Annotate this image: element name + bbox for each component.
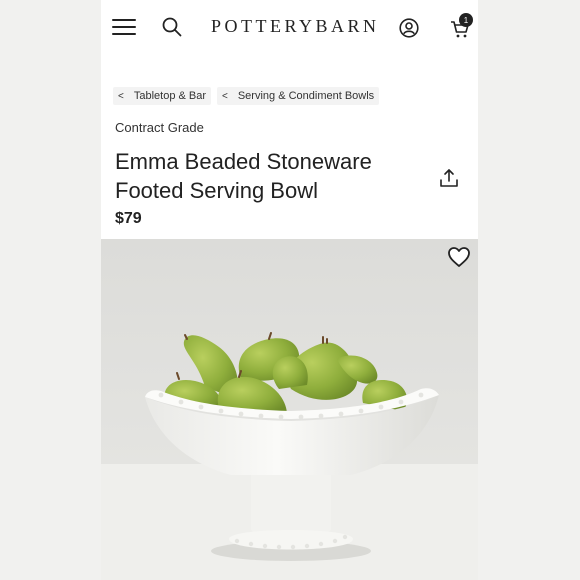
product-grade: Contract Grade [115,120,204,135]
product-title-line-2: Footed Serving Bowl [115,178,318,203]
share-icon[interactable] [437,166,461,190]
product-image[interactable] [101,239,478,580]
product-title: Emma Beaded Stoneware Footed Serving Bow… [115,147,415,205]
breadcrumb-label: Tabletop & Bar [133,90,206,102]
hamburger-menu-icon[interactable] [111,14,137,40]
brand-logo[interactable]: POTTERYBARN [211,16,380,37]
site-header: POTTERYBARN 1 [101,0,478,58]
account-icon[interactable] [397,16,421,40]
product-title-line-1: Emma Beaded Stoneware [115,149,372,174]
chevron-left-icon: < [222,90,228,102]
product-price: $79 [115,210,142,227]
breadcrumb: < Tabletop & Bar < Serving & Condiment B… [113,87,380,105]
breadcrumb-serving-bowls[interactable]: < Serving & Condiment Bowls [217,87,380,105]
breadcrumb-label: Serving & Condiment Bowls [237,90,375,102]
breadcrumb-tabletop-bar[interactable]: < Tabletop & Bar [113,87,211,105]
cart-count-badge: 1 [459,13,473,27]
product-page: POTTERYBARN 1 < Tabletop & Bar < Serving… [101,0,478,580]
chevron-left-icon: < [118,90,124,102]
heart-icon[interactable] [445,244,473,270]
search-icon[interactable] [159,14,185,40]
